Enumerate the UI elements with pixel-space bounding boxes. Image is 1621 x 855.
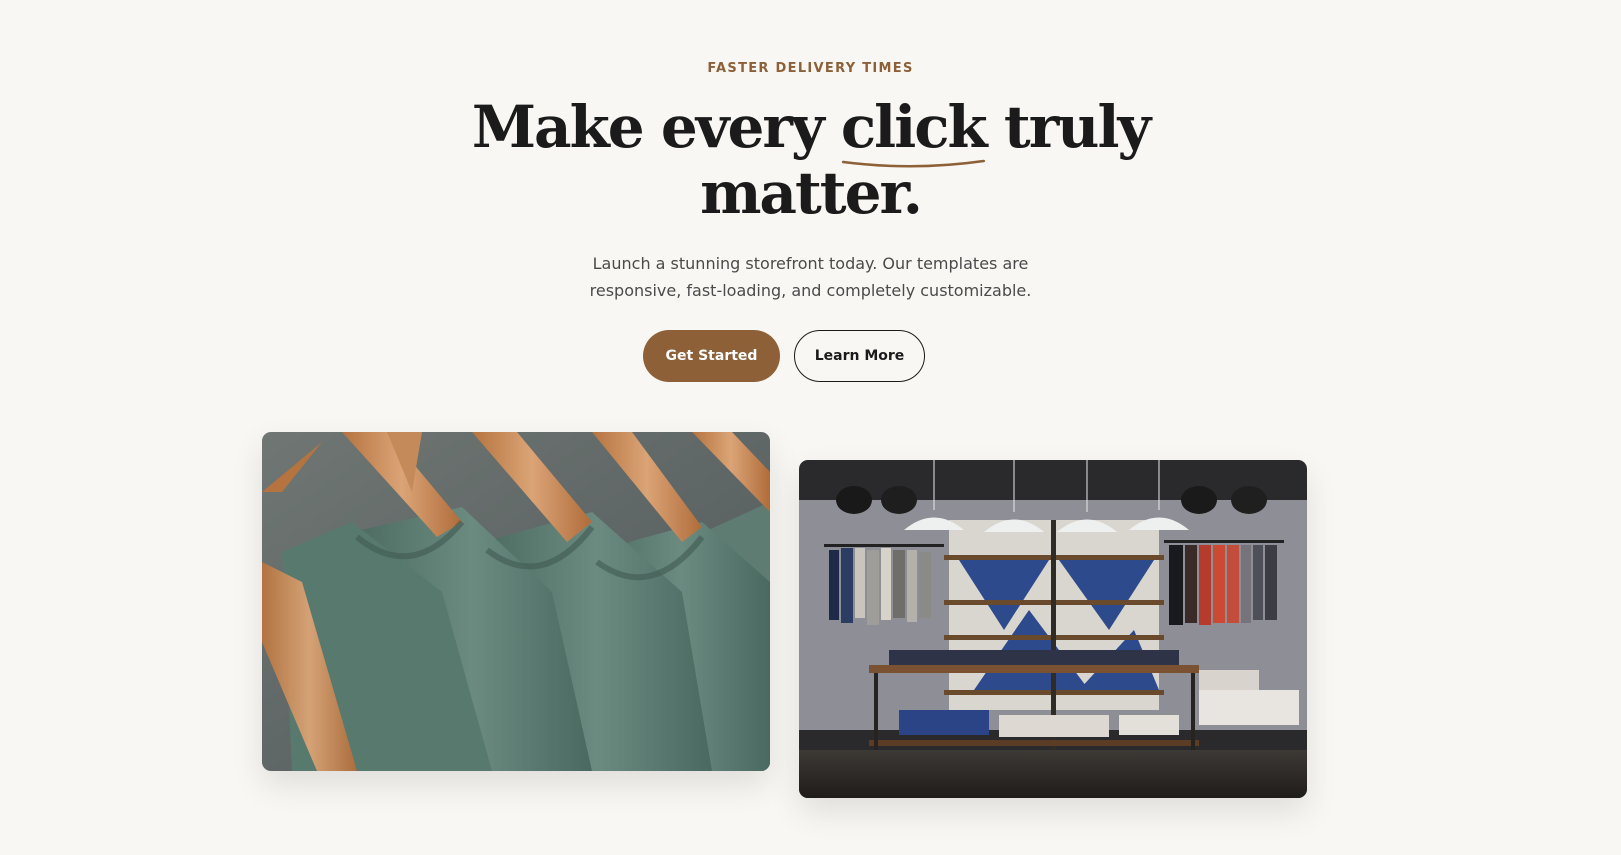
tshirts-illustration (262, 432, 770, 771)
store-illustration (799, 460, 1307, 798)
headline-line-1: Make every click truly (0, 93, 1621, 168)
eyebrow-label: FASTER DELIVERY TIMES (707, 61, 914, 76)
subtitle-line-1: Launch a stunning storefront today. Our … (592, 254, 1029, 273)
headline-highlight: click (840, 93, 988, 168)
subtitle-line-2: responsive, fast-loading, and completely… (589, 281, 1032, 300)
store-interior-image (799, 460, 1307, 798)
learn-more-button[interactable]: Learn More (794, 330, 925, 382)
get-started-button[interactable]: Get Started (643, 330, 780, 382)
hero-subtitle: Launch a stunning storefront today. Our … (0, 250, 1621, 304)
headline-after: truly (985, 93, 1151, 161)
underline-squiggle (841, 159, 985, 168)
headline-before: Make every (471, 93, 841, 161)
hero-headline: Make every click truly matter. (0, 94, 1621, 226)
headline-highlight-text: click (840, 93, 988, 161)
headline-line-2: matter. (700, 159, 923, 227)
tshirts-on-hangers-image (262, 432, 770, 771)
